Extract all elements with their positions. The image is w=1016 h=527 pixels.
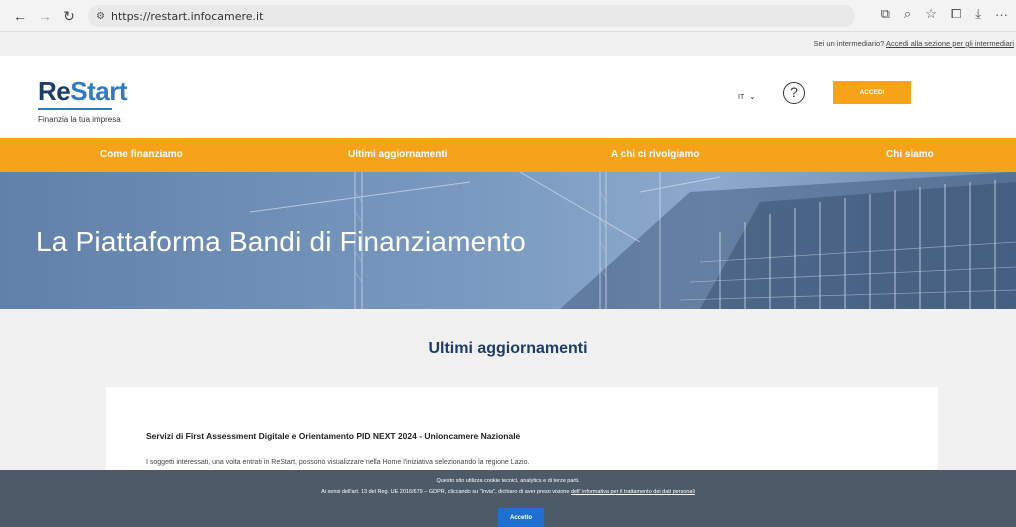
forward-icon[interactable]: → [34, 5, 56, 27]
logo-re: Re [38, 76, 71, 106]
accedi-button[interactable]: ACCEDI [833, 81, 911, 104]
privacy-policy-link[interactable]: dell' informativa per il trattamento dei… [571, 489, 695, 495]
help-icon[interactable]: ? [783, 82, 805, 104]
page: Sei un intermediario? Accedi alla sezion… [0, 32, 1016, 527]
restart-logo[interactable]: ReStart Finanzia la tua impresa [38, 78, 127, 124]
nav-item-chi-siamo[interactable]: Chi siamo [886, 138, 934, 172]
nav-item-ultimi-aggiornamenti[interactable]: Ultimi aggiornamenti [348, 138, 447, 172]
address-bar[interactable]: ⚙ https://restart.infocamere.it [88, 5, 855, 27]
language-selector[interactable]: IT ⌄ [738, 92, 756, 101]
intermediary-link[interactable]: Accedi alla sezione per gli intermediari [886, 39, 1014, 48]
cookie-banner: Questo sito utilizza cookie tecnici, ana… [0, 470, 1016, 527]
nav-item-come-finanziamo[interactable]: Come finanziamo [100, 138, 183, 172]
url-text: https://restart.infocamere.it [110, 9, 264, 23]
chevron-down-icon: ⌄ [749, 92, 756, 101]
extensions-icon[interactable]: ⧠ [951, 6, 961, 22]
more-icon[interactable]: ··· [995, 7, 1008, 22]
browser-tools: ⧉ ⌕ ☆ ⧠ ⤓ ··· [881, 6, 1008, 22]
downloads-icon[interactable]: ⤓ [975, 6, 981, 22]
logo-wordmark: ReStart [38, 78, 127, 104]
hero-title: La Piattaforma Bandi di Finanziamento [36, 226, 526, 257]
zoom-icon[interactable]: ⌕ [904, 6, 911, 22]
hero-banner: La Piattaforma Bandi di Finanziamento [0, 172, 1016, 309]
nav-item-a-chi-ci-rivolgiamo[interactable]: A chi ci rivolgiamo [611, 138, 700, 172]
logo-start: Start [70, 76, 127, 106]
cookie-gdpr-text: Ai sensi dell'art. 13 del Reg. UE 2016/6… [0, 489, 1016, 495]
site-header: ReStart Finanzia la tua impresa IT ⌄ ? A… [0, 56, 1016, 138]
browser-toolbar: ← → ↻ ⚙ https://restart.infocamere.it ⧉ … [0, 0, 1016, 32]
cookie-notice: Questo sito utilizza cookie tecnici, ana… [436, 478, 580, 484]
reload-icon[interactable]: ↻ [58, 5, 80, 27]
language-label: IT [738, 94, 745, 101]
update-text: I soggetti interessati, una volta entrat… [146, 459, 530, 466]
back-icon[interactable]: ← [9, 5, 31, 27]
bookmark-star-icon[interactable]: ☆ [925, 6, 937, 22]
main-nav: Come finanziamo Ultimi aggiornamenti A c… [0, 138, 1016, 172]
logo-underline [38, 108, 112, 110]
intermediary-strip: Sei un intermediario? Accedi alla sezion… [0, 32, 1016, 56]
logo-tagline: Finanzia la tua impresa [38, 115, 121, 124]
site-info-icon[interactable]: ⚙ [96, 11, 105, 22]
update-title[interactable]: Servizi di First Assessment Digitale e O… [146, 431, 520, 441]
screen-cast-icon[interactable]: ⧉ [881, 6, 890, 22]
intermediary-question: Sei un intermediario? [813, 39, 885, 48]
accept-cookies-button[interactable]: Accetto [498, 508, 544, 527]
section-title: Ultimi aggiornamenti [428, 340, 588, 357]
cookie-gdpr-prefix: Ai sensi dell'art. 13 del Reg. UE 2016/6… [321, 489, 570, 495]
